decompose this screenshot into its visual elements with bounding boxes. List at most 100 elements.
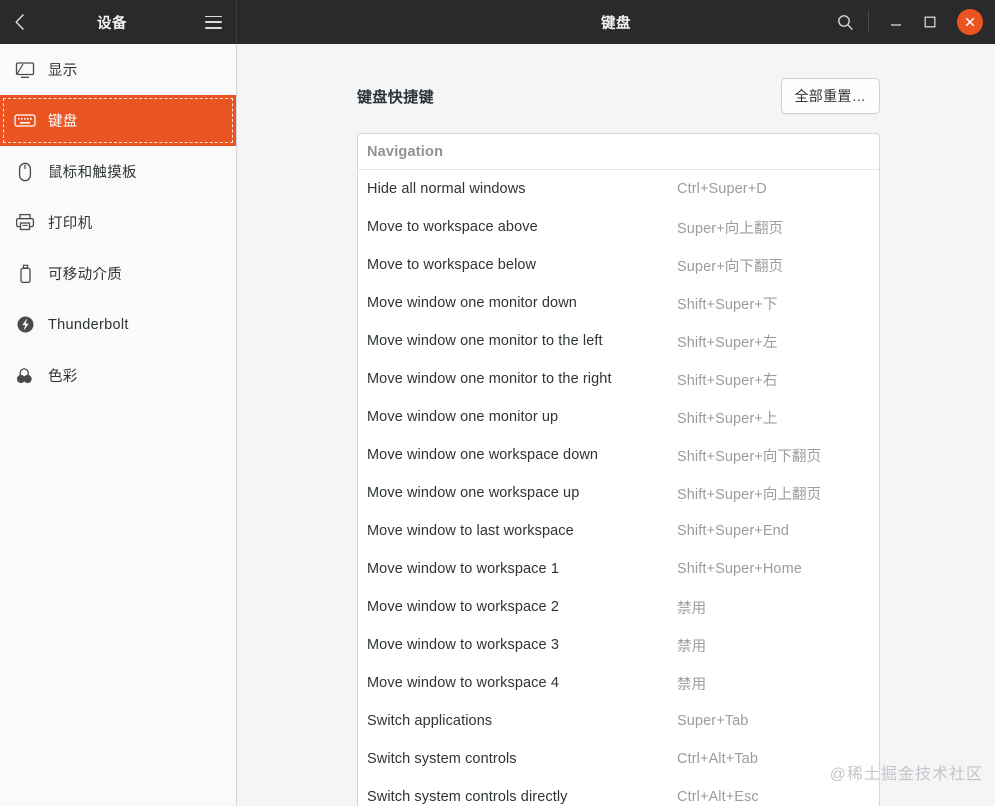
shortcut-accelerator: Shift+Super+下 — [677, 296, 778, 313]
sidebar: 显示 键盘 鼠标和触摸板 打印机 可移动介质 Thunderbolt 色彩 — [0, 44, 237, 806]
removable-media-icon — [10, 264, 40, 284]
shortcut-accelerator: Shift+Super+End — [677, 523, 789, 539]
titlebar-left-pane: 设备 — [0, 0, 237, 44]
page-header: 键盘快捷键 全部重置… — [237, 44, 995, 114]
menu-button[interactable] — [190, 0, 236, 44]
shortcut-name: Switch system controls — [367, 751, 517, 767]
table-row[interactable]: Switch system controls directly Ctrl+Alt+… — [358, 778, 879, 806]
shortcut-name: Move window one monitor to the right — [367, 371, 612, 387]
table-row[interactable]: Move to workspace below Super+向下翻页 — [358, 246, 879, 284]
table-row[interactable]: Switch system controls Ctrl+Alt+Tab — [358, 740, 879, 778]
content-area: 键盘快捷键 全部重置… Navigation Hide all normal w… — [237, 44, 995, 806]
table-row[interactable]: Hide all normal windows Ctrl+Super+D — [358, 170, 879, 208]
table-row[interactable]: Move window one monitor up Shift+Super+上 — [358, 398, 879, 436]
window-body: 显示 键盘 鼠标和触摸板 打印机 可移动介质 Thunderbolt 色彩 键盘… — [0, 44, 995, 806]
sidebar-item-label: 可移动介质 — [48, 267, 122, 283]
sidebar-item-removable-media[interactable]: 可移动介质 — [0, 248, 236, 299]
search-icon — [838, 15, 853, 30]
minimize-button[interactable] — [879, 5, 913, 39]
maximize-button[interactable] — [913, 5, 947, 39]
shortcuts-rows: Hide all normal windows Ctrl+Super+D Move … — [358, 170, 879, 806]
table-row[interactable]: Move window to workspace 3 禁用 — [358, 626, 879, 664]
shortcut-name: Switch system controls directly — [367, 789, 568, 805]
table-row[interactable]: Move window to last workspace Shift+Super… — [358, 512, 879, 550]
shortcut-name: Move window one monitor down — [367, 295, 577, 311]
shortcut-accelerator: Super+向下翻页 — [677, 258, 784, 275]
section-header-label: Navigation — [367, 143, 444, 160]
sidebar-item-label: 键盘 — [48, 114, 78, 130]
shortcut-name: Move to workspace above — [367, 219, 538, 235]
shortcut-accelerator: Ctrl+Super+D — [677, 181, 767, 197]
page-title: 键盘快捷键 — [357, 88, 435, 106]
shortcut-name: Move window to workspace 4 — [367, 675, 559, 691]
shortcut-accelerator: Shift+Super+向下翻页 — [677, 448, 822, 465]
close-button[interactable] — [957, 9, 983, 35]
mouse-icon — [10, 162, 40, 182]
shortcut-accelerator: 禁用 — [677, 638, 707, 655]
shortcut-name: Move window one monitor up — [367, 409, 559, 425]
shortcut-accelerator: 禁用 — [677, 600, 707, 617]
sidebar-item-label: Thunderbolt — [48, 316, 129, 333]
controls-divider — [868, 11, 869, 33]
window-controls — [828, 5, 995, 39]
table-row[interactable]: Move window one monitor to the right Shif… — [358, 360, 879, 398]
minimize-icon — [891, 24, 901, 26]
sidebar-item-color[interactable]: 色彩 — [0, 350, 236, 401]
sidebar-item-label: 显示 — [48, 63, 78, 79]
shortcut-accelerator: Shift+Super+上 — [677, 410, 778, 427]
thunderbolt-icon — [10, 315, 40, 334]
sidebar-item-keyboard[interactable]: 键盘 — [0, 95, 236, 146]
display-icon — [10, 61, 40, 79]
shortcut-accelerator: Ctrl+Alt+Tab — [677, 751, 758, 767]
shortcut-accelerator: Super+向上翻页 — [677, 220, 784, 237]
printer-icon — [10, 213, 40, 232]
shortcut-name: Move window one workspace up — [367, 485, 580, 501]
devices-panel-title: 设备 — [97, 15, 127, 32]
shortcut-accelerator: Shift+Super+Home — [677, 561, 802, 577]
table-row[interactable]: Move window one workspace up Shift+Super+… — [358, 474, 879, 512]
color-icon — [10, 367, 40, 385]
sidebar-item-label: 打印机 — [48, 216, 93, 232]
shortcut-accelerator: Shift+Super+左 — [677, 334, 778, 351]
titlebar: 设备 键盘 — [0, 0, 995, 44]
shortcut-name: Move window to workspace 1 — [367, 561, 559, 577]
shortcut-accelerator: Shift+Super+右 — [677, 372, 778, 389]
shortcut-name: Move to workspace below — [367, 257, 537, 273]
shortcut-accelerator: Shift+Super+向上翻页 — [677, 486, 822, 503]
shortcut-name: Move window to workspace 3 — [367, 637, 559, 653]
shortcut-accelerator: Ctrl+Alt+Esc — [677, 789, 759, 805]
shortcut-accelerator: 禁用 — [677, 676, 707, 693]
keyboard-icon — [10, 113, 40, 128]
sidebar-item-label: 鼠标和触摸板 — [48, 165, 137, 181]
sidebar-item-display[interactable]: 显示 — [0, 44, 236, 95]
search-button[interactable] — [828, 5, 862, 39]
table-row[interactable]: Move window to workspace 1 Shift+Super+Ho… — [358, 550, 879, 588]
sidebar-item-printers[interactable]: 打印机 — [0, 197, 236, 248]
sidebar-item-thunderbolt[interactable]: Thunderbolt — [0, 299, 236, 350]
shortcut-name: Move window to last workspace — [367, 523, 574, 539]
shortcut-name: Hide all normal windows — [367, 181, 526, 197]
shortcut-name: Switch applications — [367, 713, 493, 729]
shortcut-name: Move window one monitor to the left — [367, 333, 603, 349]
close-icon — [965, 17, 975, 27]
table-row[interactable]: Move to workspace above Super+向上翻页 — [358, 208, 879, 246]
table-row[interactable]: Move window to workspace 2 禁用 — [358, 588, 879, 626]
hamburger-menu-icon — [204, 15, 222, 29]
section-header-navigation: Navigation — [358, 134, 879, 170]
table-row[interactable]: Move window one monitor down Shift+Super+… — [358, 284, 879, 322]
chevron-left-icon — [15, 14, 24, 30]
table-row[interactable]: Move window one monitor to the left Shift… — [358, 322, 879, 360]
reset-all-button[interactable]: 全部重置… — [780, 78, 880, 114]
shortcut-name: Move window to workspace 2 — [367, 599, 559, 615]
titlebar-right-pane: 键盘 — [237, 0, 995, 44]
sidebar-item-mouse-touchpad[interactable]: 鼠标和触摸板 — [0, 146, 236, 197]
sidebar-item-label: 色彩 — [48, 369, 78, 385]
shortcut-accelerator: Super+Tab — [677, 713, 749, 729]
shortcuts-list-panel: Navigation Hide all normal windows Ctrl+S… — [357, 133, 880, 806]
shortcut-name: Move window one workspace down — [367, 447, 599, 463]
settings-window: 设备 键盘 显示 键盘 鼠标和触摸板 打印机 可移动介质 Thunderbolt… — [0, 0, 995, 806]
maximize-icon — [924, 16, 936, 28]
table-row[interactable]: Move window one workspace down Shift+Supe… — [358, 436, 879, 474]
table-row[interactable]: Switch applications Super+Tab — [358, 702, 879, 740]
table-row[interactable]: Move window to workspace 4 禁用 — [358, 664, 879, 702]
